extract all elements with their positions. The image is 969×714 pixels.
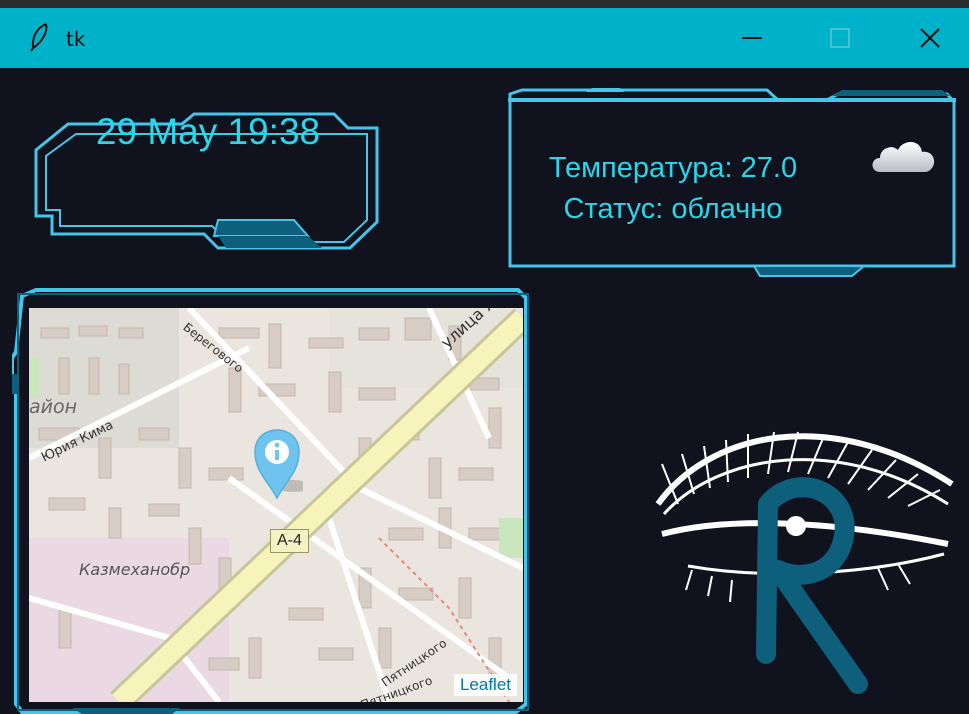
map-tiles — [29, 308, 523, 702]
maximize-button[interactable] — [810, 18, 870, 58]
app-window: tk 29 May 19:38 Температура: 27.0 Статус… — [0, 0, 969, 714]
window-title: tk — [66, 27, 86, 51]
map-label-rayon: айон — [29, 396, 78, 418]
clock-display: 29 May 19:38 — [95, 111, 321, 152]
client-area: 29 May 19:38 Температура: 27.0 Статус: о… — [8, 68, 969, 714]
weather-info: Температура: 27.0 Статус: облачно — [508, 148, 838, 230]
road-badge-a4: А-4 — [270, 529, 309, 553]
info-marker-icon[interactable] — [251, 426, 303, 502]
minimize-button[interactable] — [722, 18, 782, 58]
close-icon — [920, 28, 940, 48]
map-label-kazmekhanobr: Казмеханобр — [79, 560, 191, 579]
map-view[interactable]: улица Жан Берегового Юрия Кима айон Казм… — [29, 308, 523, 702]
maximize-icon — [830, 28, 850, 48]
temperature-label: Температура: 27.0 — [548, 152, 798, 184]
map-attribution-link[interactable]: Leaflet — [453, 674, 517, 696]
cloud-icon — [872, 142, 935, 172]
eye-logo-icon — [655, 431, 954, 694]
feather-icon — [30, 23, 48, 52]
minimize-icon — [742, 37, 762, 39]
status-label: Статус: облачно — [563, 193, 783, 225]
close-button[interactable] — [900, 18, 960, 58]
title-bar[interactable]: tk — [0, 0, 969, 68]
